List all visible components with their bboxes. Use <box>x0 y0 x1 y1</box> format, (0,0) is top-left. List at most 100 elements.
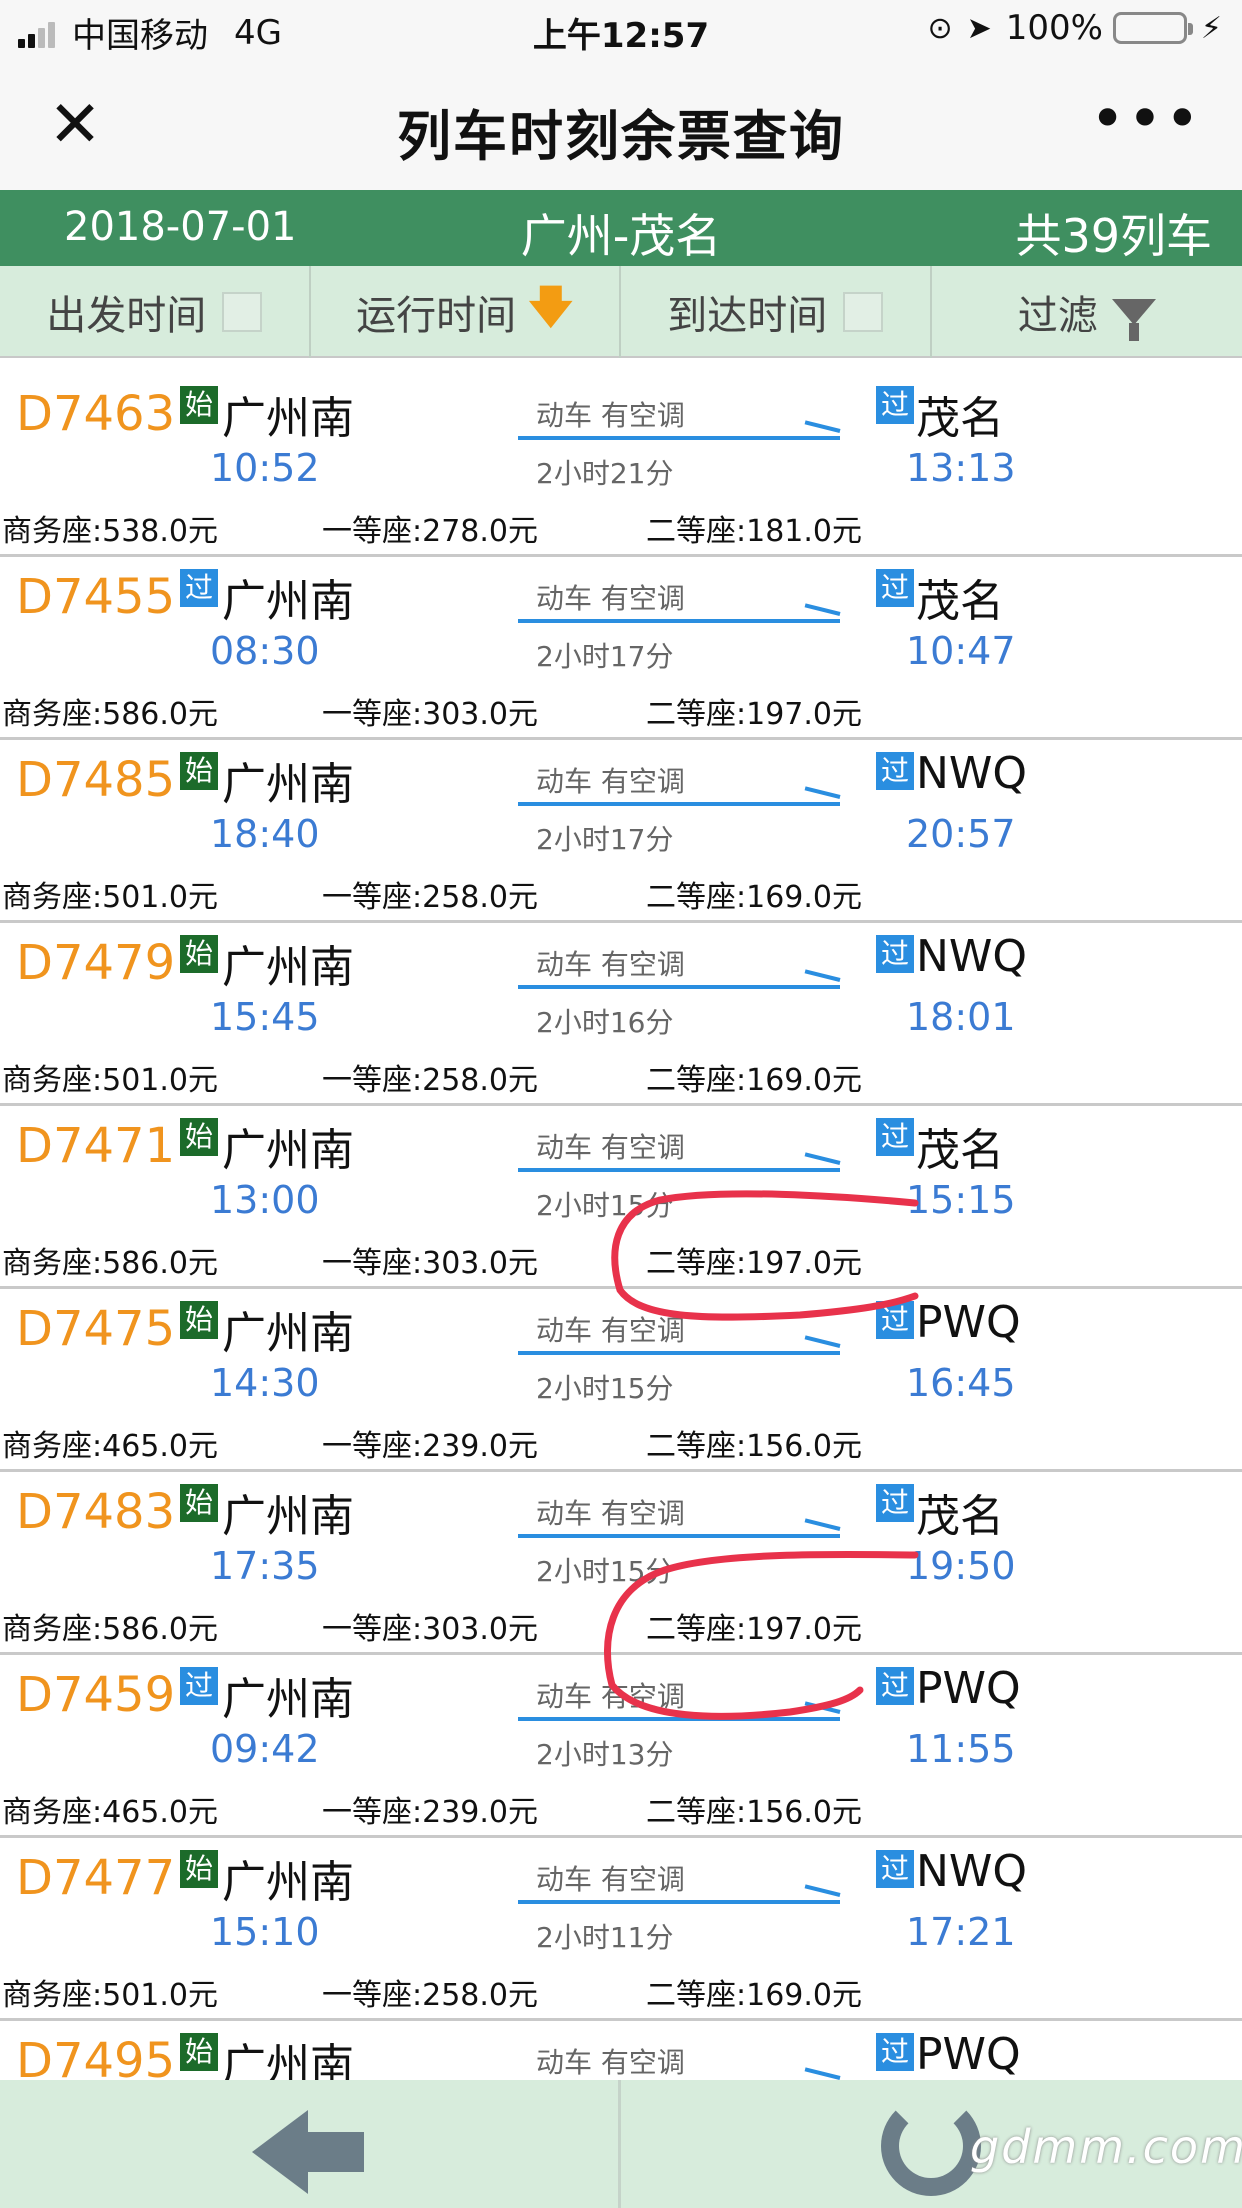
departure-tag: 过 <box>180 569 218 607</box>
filter-label: 过滤 <box>1017 293 1098 339</box>
first-class-price: 一等座:239.0元 <box>322 1795 538 1830</box>
arrival-time: 15:15 <box>906 1178 1016 1222</box>
departure-time: 15:45 <box>210 995 320 1039</box>
first-class-price: 一等座:303.0元 <box>322 1246 538 1281</box>
first-class-price: 一等座:303.0元 <box>322 1612 538 1647</box>
route-arrow-icon <box>518 802 840 806</box>
sort-depart-checkbox[interactable] <box>222 292 263 332</box>
arrival-tag: 过 <box>876 1118 914 1156</box>
arrival-tag: 过 <box>876 935 914 973</box>
train-list: D7463 始广州南 10:52 动车 有空调 2小时21分过茂名 13:13 商务座:53… <box>0 374 1242 2080</box>
route-arrow-icon <box>518 1717 840 1721</box>
train-number: D7459 <box>16 1667 176 1723</box>
travel-duration: 2小时16分 <box>536 1006 674 1039</box>
train-row[interactable]: D7455 过广州南 08:30 动车 有空调 2小时17分过茂名 10:47 商务座:58… <box>0 557 1242 740</box>
business-seat-price: 商务座:465.0元 <box>2 1429 218 1464</box>
arrival-station: 茂名 <box>916 393 1004 444</box>
first-class-price: 一等座:239.0元 <box>322 1429 538 1464</box>
arrival-tag: 过 <box>876 1301 914 1339</box>
departure-station: 广州南 <box>222 942 354 993</box>
sort-arrive-checkbox[interactable] <box>843 292 884 332</box>
departure-time: 18:40 <box>210 812 320 856</box>
travel-duration: 2小时21分 <box>536 457 674 490</box>
arrival-time: 19:50 <box>906 1544 1016 1588</box>
train-number: D7479 <box>16 935 176 991</box>
departure-tag: 始 <box>180 1301 218 1339</box>
train-type: 动车 有空调 <box>536 1680 685 1713</box>
train-row[interactable]: D7471 始广州南 13:00 动车 有空调 2小时15分 过茂名 15:15 商务座:58… <box>0 1106 1242 1289</box>
back-button[interactable] <box>0 2080 621 2208</box>
second-class-price: 二等座:197.0元 <box>646 1246 862 1281</box>
more-icon[interactable]: ••• <box>1090 84 1202 154</box>
departure-tag: 始 <box>180 386 218 424</box>
first-class-price: 一等座:303.0元 <box>322 697 538 732</box>
business-seat-price: 商务座:538.0元 <box>2 514 218 549</box>
departure-tag: 过 <box>180 1667 218 1705</box>
arrival-station: PWQ <box>916 1663 1021 1714</box>
business-seat-price: 商务座:586.0元 <box>2 1612 218 1647</box>
travel-duration: 2小时17分 <box>536 823 674 856</box>
arrival-station: 茂名 <box>916 1491 1004 1542</box>
route-arrow-icon <box>518 1351 840 1355</box>
travel-duration: 2小时13分 <box>536 1738 674 1771</box>
arrival-time: 10:47 <box>906 629 1016 673</box>
travel-duration: 2小时15分 <box>536 1189 674 1222</box>
sort-depart-time[interactable]: 出发时间 <box>0 266 311 358</box>
travel-duration: 2小时15分 <box>536 1372 674 1405</box>
status-bar: 中国移动 4G 上午12:57 ⊙ ➤ 100% ⚡ <box>0 0 1242 62</box>
second-class-price: 二等座:156.0元 <box>646 1429 862 1464</box>
departure-time: 10:52 <box>210 446 320 490</box>
train-type: 动车 有空调 <box>536 2046 685 2079</box>
departure-station: 广州南 <box>222 1125 354 1176</box>
arrival-station: NWQ <box>916 748 1028 799</box>
business-seat-price: 商务座:586.0元 <box>2 697 218 732</box>
route-arrow-icon <box>518 985 840 989</box>
page-title: 列车时刻余票查询 <box>397 105 845 168</box>
route-arrow-icon <box>518 1168 840 1172</box>
departure-time: 08:30 <box>210 629 320 673</box>
train-type: 动车 有空调 <box>536 1314 685 1347</box>
route-arrow-icon <box>518 436 840 440</box>
train-row[interactable]: D7483 始广州南 17:35 动车 有空调 2小时15分 过茂名 19:50 商务座:58… <box>0 1472 1242 1655</box>
train-type: 动车 有空调 <box>536 948 685 981</box>
train-row[interactable]: D7477 始广州南 15:10 动车 有空调 2小时11分 过 NWQ 17:21 商务座:5… <box>0 1838 1242 2021</box>
departure-tag: 始 <box>180 1484 218 1522</box>
departure-station: 广州南 <box>222 1674 354 1725</box>
departure-station: 广州南 <box>222 759 354 810</box>
departure-station: 广州南 <box>222 576 354 627</box>
train-row[interactable]: D7495 始广州南 动车 有空调 过 PWQ <box>0 2021 1242 2080</box>
sort-arrive-time[interactable]: 到达时间 <box>621 266 932 358</box>
train-row[interactable]: D7479 始广州南 15:45 动车 有空调 2小时16分 过 NWQ 18:01 商务座:5… <box>0 923 1242 1106</box>
route-arrow-icon <box>518 1900 840 1904</box>
train-row[interactable]: D7459 过广州南 09:42 动车 有空调 2小时13分过 PWQ 11:55 商务座:4… <box>0 1655 1242 1838</box>
battery-icon <box>1112 12 1193 44</box>
second-class-price: 二等座:169.0元 <box>646 1063 862 1098</box>
departure-station: 广州南 <box>222 1857 354 1908</box>
second-class-price: 二等座:156.0元 <box>646 1795 862 1830</box>
arrival-time: 18:01 <box>906 995 1016 1039</box>
departure-tag: 始 <box>180 1118 218 1156</box>
train-row[interactable]: D7475 始广州南 14:30 动车 有空调 2小时15分 过 PWQ 16:45 商务座:4… <box>0 1289 1242 1472</box>
train-type: 动车 有空调 <box>536 765 685 798</box>
arrival-tag: 过 <box>876 1850 914 1888</box>
departure-time: 13:00 <box>210 1178 320 1222</box>
business-seat-price: 商务座:501.0元 <box>2 1063 218 1098</box>
second-class-price: 二等座:197.0元 <box>646 1612 862 1647</box>
train-row[interactable]: D7485 始广州南 18:40 动车 有空调 2小时17分 过 NWQ 20:57 商务座:5… <box>0 740 1242 923</box>
query-info-bar: 2018-07-01 广州-茂名 共39列车 <box>0 190 1242 266</box>
arrival-tag: 过 <box>876 752 914 790</box>
business-seat-price: 商务座:586.0元 <box>2 1246 218 1281</box>
filter-button[interactable]: 过滤 <box>932 266 1242 358</box>
sort-run-time[interactable]: 运行时间 🡇 <box>311 266 621 358</box>
rotation-lock-icon: ⊙ <box>927 10 953 46</box>
arrival-tag: 过 <box>876 1667 914 1705</box>
train-count: 共39列车 <box>1015 209 1212 263</box>
train-type: 动车 有空调 <box>536 1131 685 1164</box>
train-type: 动车 有空调 <box>536 1497 685 1530</box>
refresh-icon <box>881 2096 981 2196</box>
train-number: D7483 <box>16 1484 176 1540</box>
departure-time: 15:10 <box>210 1910 320 1954</box>
train-row[interactable]: D7463 始广州南 10:52 动车 有空调 2小时21分 过茂名 13:13 商务座:53… <box>0 374 1242 557</box>
business-seat-price: 商务座:501.0元 <box>2 880 218 915</box>
arrival-station: PWQ <box>916 2029 1021 2080</box>
